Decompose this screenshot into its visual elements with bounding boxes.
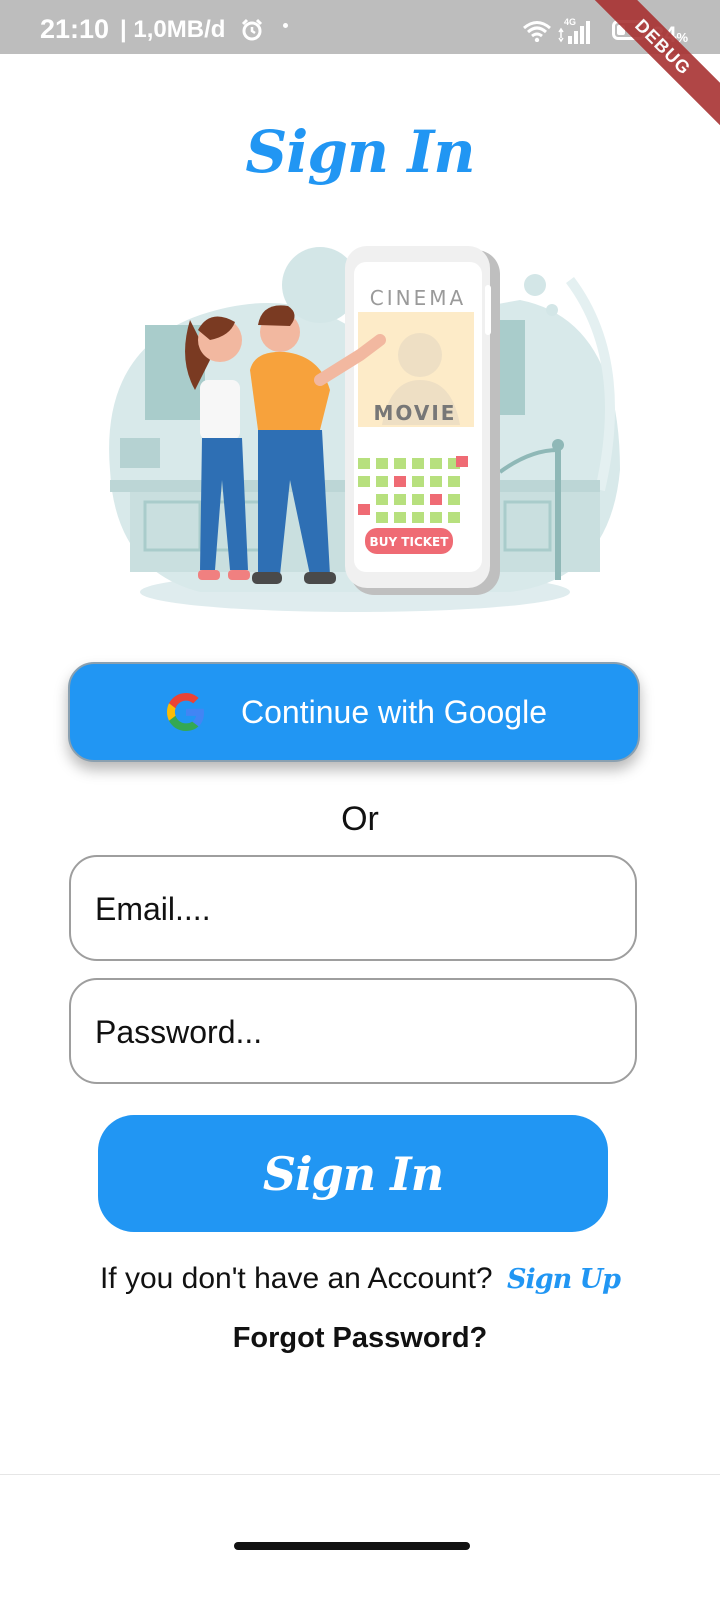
password-field-container (69, 978, 637, 1084)
forgot-password-link[interactable]: Forgot Password? (0, 1322, 720, 1355)
account-prompt: If you don't have an Account? Sign Up (0, 1262, 720, 1296)
email-field-container (69, 855, 637, 961)
notification-dot-icon (283, 23, 288, 28)
sign-in-button-label: Sign In (262, 1146, 444, 1201)
page-title: Sign In (245, 118, 475, 186)
buy-ticket-text: BUY TICKET (370, 535, 450, 549)
google-g-icon (167, 693, 205, 731)
home-indicator[interactable] (234, 1542, 470, 1550)
email-field[interactable] (93, 857, 617, 961)
alarm-icon (240, 18, 264, 47)
bottom-divider (0, 1474, 720, 1475)
sign-up-link[interactable]: Sign Up (507, 1264, 621, 1295)
movie-poster-text: MOVIE (374, 401, 457, 425)
status-time: 21:10 (40, 14, 110, 44)
cinema-illustration: CINEMA MOVIE BUY TICKET (109, 246, 620, 612)
wifi-icon (522, 20, 552, 47)
google-button-label: Continue with Google (241, 693, 547, 730)
continue-with-google-button[interactable]: Continue with Google (68, 662, 640, 762)
account-prompt-text: If you don't have an Account? (99, 1262, 493, 1295)
sign-in-button[interactable]: Sign In (98, 1115, 608, 1232)
password-field[interactable] (93, 980, 617, 1084)
cinema-sign-text: CINEMA (370, 286, 466, 310)
or-separator: Or (341, 800, 379, 838)
status-network-speed: | 1,0MB/d (120, 16, 226, 43)
signal-icon (556, 18, 594, 51)
